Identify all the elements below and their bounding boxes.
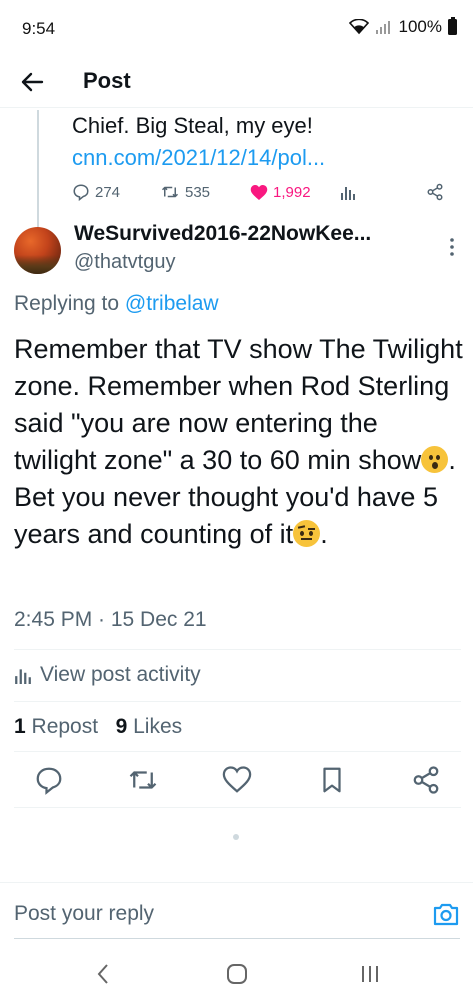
divider <box>14 751 461 752</box>
parent-reply-count: 274 <box>95 183 121 201</box>
post-actions <box>0 763 473 797</box>
parent-reply-button[interactable]: 274 <box>72 178 120 206</box>
divider <box>14 701 461 702</box>
nav-back-icon[interactable] <box>96 962 110 986</box>
repost-icon <box>161 186 179 198</box>
post-timestamp: 2:45 PM · 15 Dec 21 <box>14 608 207 631</box>
wifi-icon <box>348 19 369 35</box>
reply-icon[interactable] <box>34 765 64 795</box>
top-app-bar: Post <box>0 56 473 108</box>
system-nav-bar <box>0 950 473 1000</box>
parent-views-button[interactable] <box>340 178 356 206</box>
thread-connector-line <box>37 110 39 232</box>
parent-like-count: 1,992 <box>273 183 311 201</box>
views-icon <box>15 669 31 684</box>
share-icon[interactable] <box>411 765 441 795</box>
view-post-activity-label: View post activity <box>40 663 201 686</box>
post-text-part3: . <box>320 519 328 549</box>
views-icon <box>341 187 355 200</box>
page-title: Post <box>83 68 131 93</box>
parent-post-link[interactable]: cnn.com/2021/12/14/pol... <box>72 142 325 174</box>
status-bar: 9:54 100% <box>0 0 473 56</box>
like-icon <box>250 184 268 200</box>
hushed-face-emoji <box>421 446 449 473</box>
bookmark-icon[interactable] <box>317 765 347 795</box>
parent-like-button[interactable]: 1,992 <box>250 178 311 206</box>
parent-share-button[interactable] <box>426 178 444 206</box>
signal-icon <box>375 21 390 34</box>
replying-to: Replying to @tribelaw <box>14 292 219 316</box>
likes-stat[interactable]: 9 Likes <box>116 715 183 738</box>
reply-icon <box>73 184 89 201</box>
repost-count: 1 <box>14 715 26 738</box>
author-handle[interactable]: @thatvtguy <box>74 251 175 274</box>
engagement-stats: 1 Repost 9 Likes <box>14 715 182 739</box>
replying-prefix: Replying to <box>14 292 120 315</box>
post-text: Remember that TV show The Twilight zone.… <box>14 331 464 553</box>
raised-eyebrow-emoji <box>293 520 321 547</box>
divider <box>14 649 461 650</box>
camera-icon[interactable] <box>432 901 460 927</box>
parent-repost-count: 535 <box>185 183 211 201</box>
battery-icon <box>448 17 457 35</box>
replying-to-link[interactable]: @tribelaw <box>125 292 219 315</box>
share-icon <box>427 183 443 201</box>
parent-post-actions: 274 535 1,992 <box>72 178 452 206</box>
nav-recents-icon[interactable] <box>360 962 380 986</box>
post-text-part1: Remember that TV show The Twilight zone.… <box>14 334 463 475</box>
repost-label: Repost <box>31 715 99 738</box>
parent-repost-button[interactable]: 535 <box>160 178 210 206</box>
reply-input[interactable]: Post your reply <box>14 902 154 926</box>
reply-input-underline <box>14 938 460 939</box>
likes-label: Likes <box>133 715 183 738</box>
battery-percent: 100% <box>398 17 442 36</box>
reply-composer: Post your reply <box>0 882 473 939</box>
like-icon[interactable] <box>222 765 252 795</box>
likes-count: 9 <box>115 715 128 738</box>
nav-home-icon[interactable] <box>226 962 248 986</box>
parent-post-text: Chief. Big Steal, my eye! <box>72 113 313 138</box>
divider <box>14 807 461 808</box>
loading-dot <box>233 834 239 840</box>
back-arrow-icon[interactable] <box>18 68 46 96</box>
repost-icon[interactable] <box>128 765 158 795</box>
status-time: 9:54 <box>22 19 56 38</box>
author-name[interactable]: WeSurvived2016-22NowKee... <box>74 222 371 246</box>
status-icons: 100% <box>348 17 457 37</box>
more-icon[interactable] <box>448 237 456 257</box>
repost-stat[interactable]: 1 Repost <box>14 715 98 738</box>
view-post-activity[interactable]: View post activity <box>14 663 201 687</box>
avatar[interactable] <box>14 227 61 274</box>
